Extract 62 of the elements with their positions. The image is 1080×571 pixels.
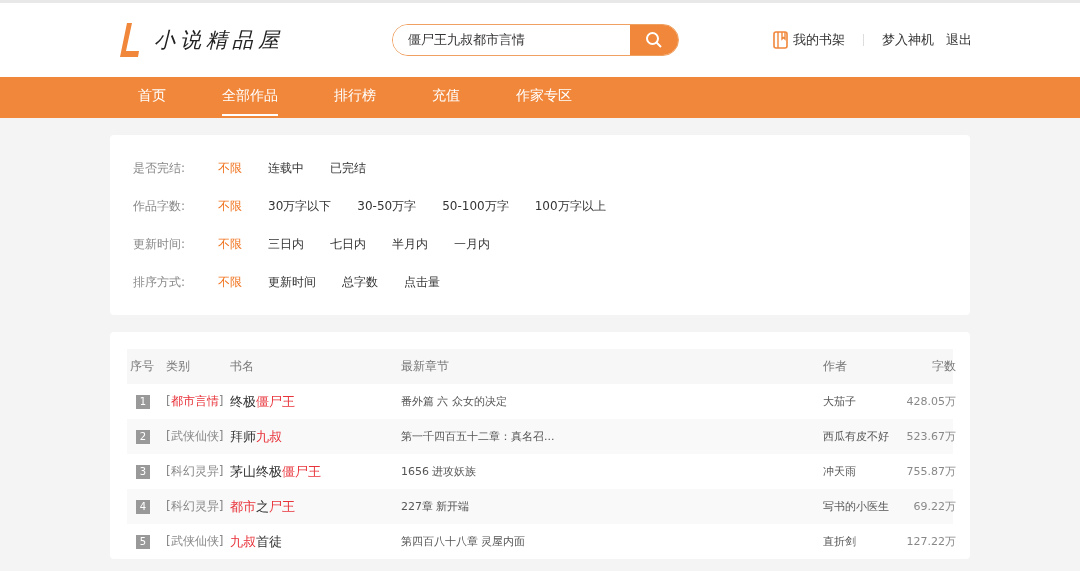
category-link[interactable]: [科幻灵异] [166,498,230,515]
category-link[interactable]: [武侠仙侠] [166,428,230,445]
filter-option[interactable]: 连载中 [268,159,304,177]
site-logo[interactable]: 小说精品屋 [154,26,284,54]
logout-link[interactable]: 退出 [946,31,972,49]
book-title-link[interactable]: 茅山终极僵尸王 [230,462,401,481]
filter-option[interactable]: 半月内 [392,235,428,253]
book-title-link[interactable]: 都市之尸王 [230,497,401,516]
rank-badge: 4 [136,499,150,514]
chapter-link[interactable]: 1656 进攻妖族 [401,464,823,479]
logo-icon [120,23,140,57]
column-header: 书名 [230,358,255,375]
filter-option[interactable]: 三日内 [268,235,304,253]
search-button[interactable] [630,25,678,55]
search-icon [645,31,663,49]
author-cell-text: 写书的小医生 [823,499,890,514]
rank-badge: 1 [136,394,150,409]
category-link[interactable]: [科幻灵异] [166,463,230,480]
rank-badge: 2 [136,429,150,444]
author-cell-text: 西瓜有皮不好 [823,429,890,444]
filter-option[interactable]: 七日内 [330,235,366,253]
column-header: 序号 [130,358,155,375]
book-title-link[interactable]: 九叔首徒 [230,532,401,551]
word-count-cell-text: 523.67万 [905,429,956,444]
filter-option[interactable]: 一月内 [454,235,490,253]
chapter-link[interactable]: 第四百八十八章 灵屋内面 [401,534,823,549]
book-title-link[interactable]: 拜师九叔 [230,427,401,446]
filter-option[interactable]: 30-50万字 [357,197,417,215]
word-count-cell-text: 428.05万 [905,394,956,409]
author-cell-text: 直折剑 [823,534,857,549]
filter-label: 作品字数: [133,197,187,215]
rank-badge: 3 [136,464,150,479]
column-header: 字数 [931,358,956,375]
author-cell-text: 大茄子 [823,394,857,409]
word-count-cell-text: 69.22万 [912,499,956,514]
bookshelf-link[interactable]: 我的书架 [773,31,845,49]
filter-label: 排序方式: [133,273,187,291]
column-header: 最新章节 [401,358,450,375]
chapter-link[interactable]: 227章 新开端 [401,499,823,514]
filter-option[interactable]: 已完结 [330,159,366,177]
category-link[interactable]: [都市言情] [166,393,230,410]
filter-option[interactable]: 总字数 [342,273,378,291]
filter-option[interactable]: 30万字以下 [268,197,332,215]
filter-label: 更新时间: [133,235,187,253]
filter-option[interactable]: 100万字以上 [534,197,606,215]
column-header: 作者 [823,358,848,375]
filter-label: 是否完结: [133,159,187,177]
author-cell-text: 冲天雨 [823,464,857,479]
filter-option[interactable]: 50-100万字 [442,197,509,215]
book-title-link[interactable]: 终极僵尸王 [230,392,401,411]
username-link[interactable]: 梦入神机 [882,31,934,49]
filter-option[interactable]: 点击量 [404,273,440,291]
category-link[interactable]: [武侠仙侠] [166,533,230,550]
search-field[interactable]: 僵尸王九叔都市言情 [392,24,679,56]
word-count-cell-text: 755.87万 [905,464,956,479]
chapter-link[interactable]: 番外篇 六 众女的决定 [401,394,823,409]
book-icon [773,31,788,49]
rank-badge: 5 [136,534,150,549]
chapter-link[interactable]: 第一千四百五十二章：真名召... [401,429,823,444]
word-count-cell-text: 127.22万 [905,534,956,549]
column-header: 类别 [166,358,191,375]
filter-option[interactable]: 更新时间 [268,273,316,291]
